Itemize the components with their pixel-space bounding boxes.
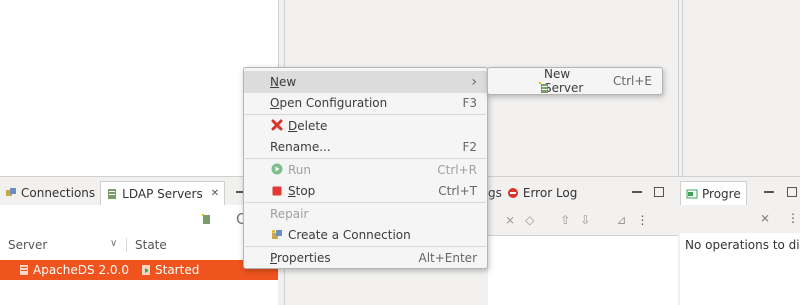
menu-item-shortcut: Ctrl+T [438, 184, 477, 199]
tab-error-log[interactable]: Error Log [502, 181, 583, 205]
tab-connections[interactable]: Connections [0, 181, 100, 205]
view-menu-icon[interactable]: ⋮ [787, 211, 799, 225]
minimize-icon[interactable] [632, 187, 642, 193]
progress-empty-message: No operations to dis [685, 238, 800, 252]
menu-item-stop-mnemonic: S [288, 184, 296, 199]
left-tab-bar: Connections LDAP Servers ✕ [0, 181, 278, 205]
top-right-pane [682, 0, 800, 176]
connections-icon [5, 187, 17, 199]
menu-item-run-label: Run [288, 162, 312, 177]
run-icon [271, 163, 283, 178]
menu-item-properties[interactable]: Properties Alt+Enter [244, 247, 487, 269]
clear-log-icon[interactable]: ◇ [525, 213, 534, 227]
menu-item-delete[interactable]: Delete [244, 115, 487, 137]
top-left-editor-pane [0, 0, 278, 176]
menu-item-create-connection-label: Create a Connection [288, 228, 411, 243]
error-log-table [488, 235, 678, 305]
ldap-servers-icon [106, 188, 118, 200]
menu-item-properties-label: roperties [277, 250, 331, 265]
arrow-up-icon[interactable]: ⇧ [560, 213, 570, 227]
view-menu-icon[interactable]: ⋮ [636, 213, 648, 227]
stop-icon [271, 185, 283, 200]
menu-item-new-label: ew [278, 74, 297, 89]
new-server-icon [538, 82, 550, 94]
menu-item-shortcut: Ctrl+E [613, 74, 652, 88]
menu-item-new[interactable]: New › [244, 71, 487, 93]
tab-ldap-servers-label: LDAP Servers [122, 186, 203, 201]
menu-item-run[interactable]: Run Ctrl+R [244, 159, 487, 181]
divider [678, 0, 679, 176]
menu-item-open-configuration-label: pen Configuration [279, 96, 388, 111]
maximize-icon[interactable] [787, 187, 797, 197]
menu-item-properties-mnemonic: P [270, 250, 278, 265]
divider [682, 0, 683, 176]
tab-connections-label: Connections [21, 186, 96, 200]
menu-item-rename[interactable]: Rename... F2 [244, 137, 487, 159]
table-row[interactable]: ApacheDS 2.0.0 Started [0, 260, 278, 280]
context-menu: New › Open Configuration F3 Delete Renam… [243, 67, 488, 269]
connection-icon [271, 229, 283, 244]
menu-item-shortcut: Ctrl+R [437, 162, 477, 177]
menu-item-new-mnemonic: N [270, 74, 279, 89]
tab-progress-label: Progre [702, 186, 741, 201]
menu-item-open-configuration[interactable]: Open Configuration F3 [244, 93, 487, 115]
error-log-toolbar: ⨯ ◇ ⇧ ⇩ ⊿ ⋮ [505, 212, 675, 228]
column-header-state[interactable]: State [135, 238, 167, 252]
tab-logs-partial[interactable]: gs [488, 186, 502, 200]
menu-item-create-connection[interactable]: Create a Connection [244, 225, 487, 247]
chevron-down-icon[interactable]: ∨ [110, 238, 117, 249]
progress-icon [686, 188, 698, 200]
started-icon [140, 264, 152, 276]
error-log-icon [507, 187, 519, 199]
new-server-toolbar-icon[interactable] [200, 213, 212, 225]
server-name: ApacheDS 2.0.0 [33, 263, 129, 277]
menu-item-repair[interactable]: Repair [244, 203, 487, 225]
menu-item-stop[interactable]: Stop Ctrl+T [244, 181, 487, 203]
tab-ldap-servers[interactable]: LDAP Servers ✕ [100, 181, 226, 205]
middle-tab-bar: gs Error Log [488, 181, 678, 205]
tab-progress[interactable]: Progre [680, 181, 747, 205]
submenu-new: New Server Ctrl+E [487, 67, 663, 95]
server-state: Started [155, 263, 200, 277]
export-icon[interactable]: ⊿ [616, 213, 626, 227]
maximize-icon[interactable] [654, 187, 664, 197]
column-header-server[interactable]: Server [8, 238, 47, 252]
right-tab-bar: Progre [680, 181, 800, 205]
menu-item-rename-label: Rename... [270, 140, 331, 155]
submenu-arrow-icon: › [471, 73, 477, 90]
remove-all-icon[interactable]: ⨯ [760, 211, 770, 225]
menu-item-shortcut: F2 [462, 140, 477, 155]
close-icon[interactable]: ✕ [211, 188, 219, 199]
column-divider [126, 238, 127, 252]
menu-item-delete-mnemonic: D [288, 118, 298, 133]
menu-item-delete-label: elete [297, 118, 328, 133]
menu-item-repair-label: Repair [270, 206, 309, 221]
menu-item-stop-label: top [295, 184, 316, 199]
minimize-icon[interactable] [764, 187, 774, 193]
menu-item-shortcut: F3 [462, 96, 477, 111]
menu-item-shortcut: Alt+Enter [418, 250, 477, 265]
arrow-down-icon[interactable]: ⇩ [580, 213, 590, 227]
red-x-icon [271, 119, 283, 134]
delete-log-icon[interactable]: ⨯ [505, 213, 515, 227]
tab-error-log-label: Error Log [522, 186, 578, 200]
server-icon [18, 264, 30, 276]
